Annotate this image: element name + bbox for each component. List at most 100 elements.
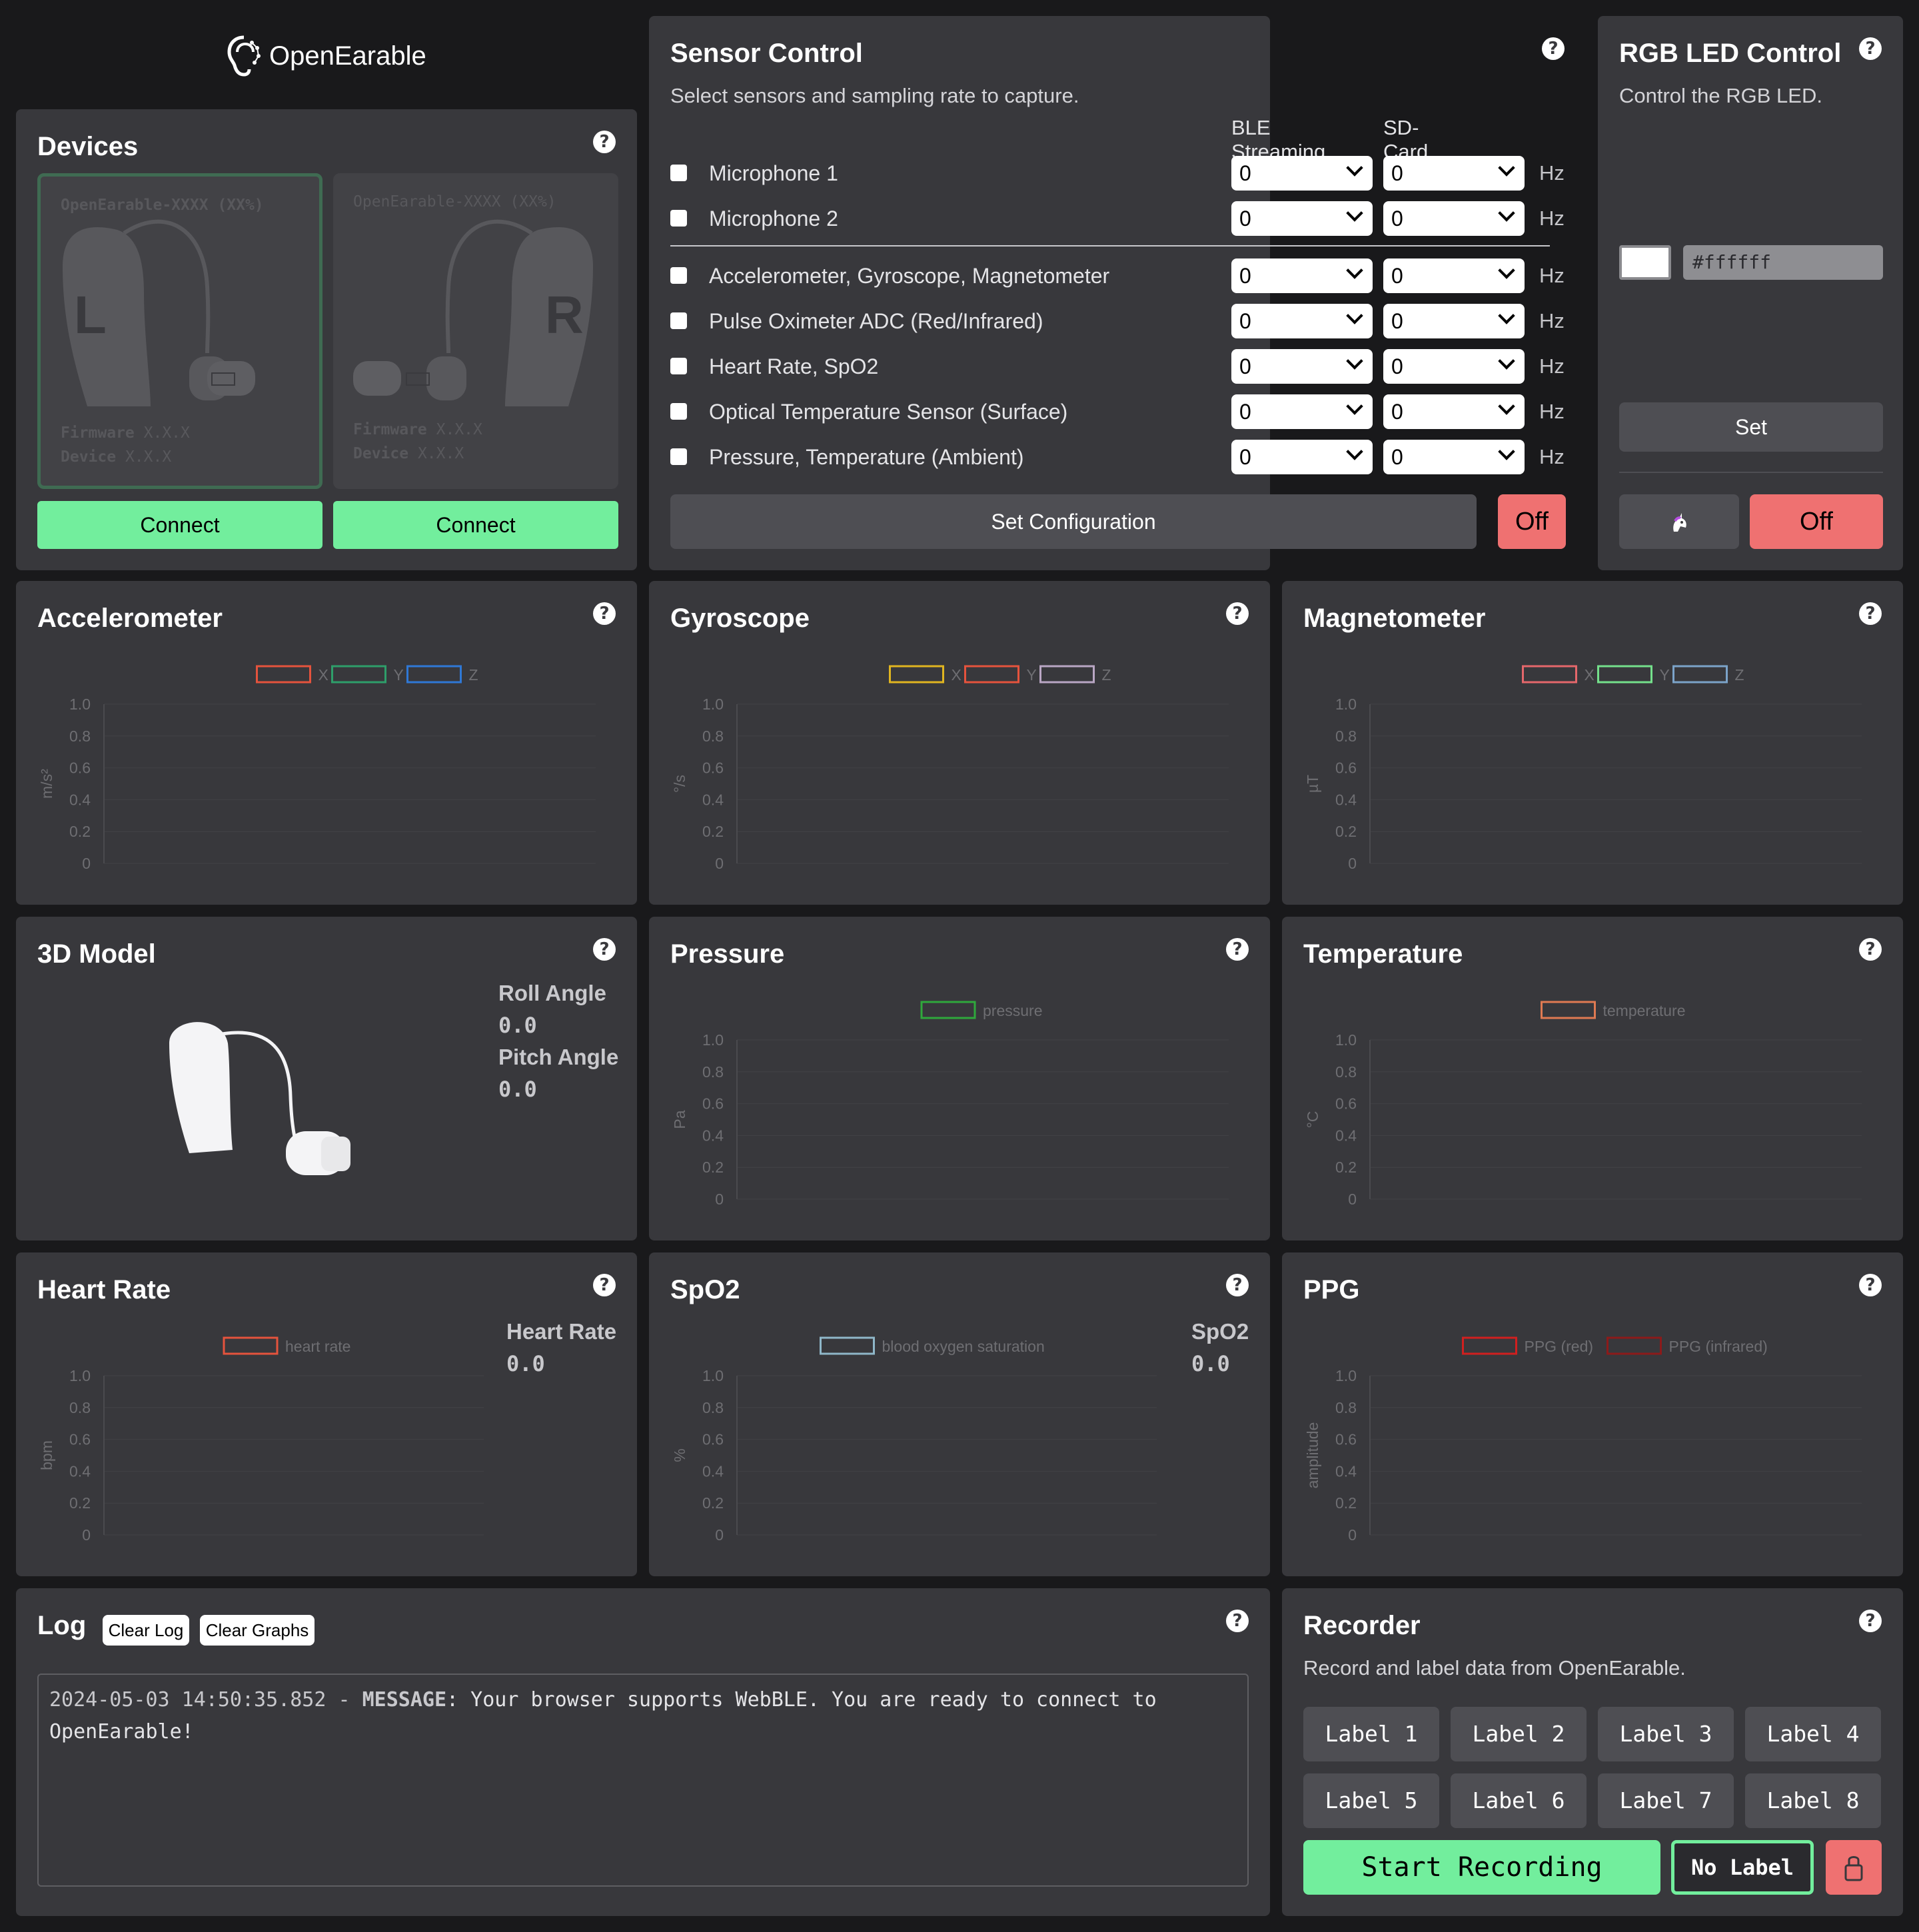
color-hex-input[interactable]: #ffffff — [1683, 245, 1883, 280]
legend-swatch[interactable] — [1541, 1001, 1596, 1019]
sd-rate-select[interactable]: 0 — [1383, 201, 1525, 236]
color-swatch[interactable] — [1619, 245, 1671, 280]
spo2-help-icon[interactable]: ? — [1226, 1274, 1249, 1296]
lock-button[interactable] — [1826, 1840, 1882, 1895]
legend-label[interactable]: Z — [1102, 666, 1111, 684]
device-right[interactable]: OpenEarable-XXXX (XX%) R Firmware X.X.X … — [333, 173, 618, 489]
ble-rate-select[interactable]: 0 — [1231, 394, 1373, 429]
model-help-icon[interactable]: ? — [593, 938, 616, 961]
temperature-help-icon[interactable]: ? — [1859, 938, 1882, 961]
sensor-checkbox[interactable] — [670, 267, 687, 284]
recorder-subtitle: Record and label data from OpenEarable. — [1303, 1656, 1686, 1680]
rgb-help-icon[interactable]: ? — [1859, 37, 1882, 60]
label-3-button[interactable]: Label 3 — [1598, 1707, 1734, 1761]
legend-label[interactable]: PPG (red) — [1525, 1338, 1594, 1355]
rainbow-button[interactable] — [1619, 494, 1739, 549]
legend-label[interactable]: PPG (infrared) — [1669, 1338, 1768, 1355]
spo2-chart: blood oxygen saturation 1.0 0.8 0.6 0.4 0.2 0% — [670, 1326, 1177, 1559]
sd-rate-select[interactable]: 0 — [1383, 156, 1525, 191]
legend-label[interactable]: Z — [1735, 666, 1744, 684]
sensor-checkbox[interactable] — [670, 448, 687, 465]
legend-label[interactable]: Y — [1660, 666, 1670, 684]
legend-label[interactable]: X — [952, 666, 961, 684]
legend-swatch[interactable] — [920, 1001, 976, 1019]
sensors-off-button[interactable]: Off — [1498, 494, 1566, 549]
label-7-button[interactable]: Label 7 — [1598, 1773, 1734, 1828]
legend-swatch[interactable] — [1672, 665, 1728, 684]
current-label-badge[interactable]: No Label — [1671, 1840, 1814, 1895]
sd-rate-select[interactable]: 0 — [1383, 349, 1525, 384]
legend-label[interactable]: Z — [469, 666, 478, 684]
sensor-checkbox[interactable] — [670, 358, 687, 374]
label-5-button[interactable]: Label 5 — [1303, 1773, 1439, 1828]
sd-rate-select[interactable]: 0 — [1383, 394, 1525, 429]
accelerometer-help-icon[interactable]: ? — [593, 602, 616, 625]
pressure-help-icon[interactable]: ? — [1226, 938, 1249, 961]
temperature-chart: temperature 1.0 0.8 0.6 0.4 0.2 0 °C — [1303, 990, 1882, 1223]
device-left[interactable]: OpenEarable-XXXX (XX%) L Firmware X.X.X … — [37, 173, 322, 489]
sensor-row: Accelerometer, Gyroscope, Magnetometer 0 0… — [670, 258, 1570, 293]
legend-swatch[interactable] — [1462, 1336, 1517, 1355]
roll-angle-value: 0.0 — [498, 1013, 537, 1038]
legend-swatch[interactable] — [964, 665, 1019, 684]
rgb-set-button[interactable]: Set — [1619, 402, 1883, 452]
y-tick-label: 0.2 — [1335, 1494, 1357, 1512]
legend-swatch[interactable] — [1597, 665, 1652, 684]
legend-swatch[interactable] — [1039, 665, 1095, 684]
ppg-help-icon[interactable]: ? — [1859, 1274, 1882, 1296]
connect-left-button[interactable]: Connect — [37, 501, 322, 549]
legend-label[interactable]: X — [319, 666, 328, 684]
legend-swatch[interactable] — [889, 665, 944, 684]
rgb-off-button[interactable]: Off — [1750, 494, 1883, 549]
log-help-icon[interactable]: ? — [1226, 1610, 1249, 1632]
legend-label[interactable]: pressure — [983, 1002, 1042, 1019]
legend-label[interactable]: heart rate — [285, 1338, 350, 1355]
label-6-button[interactable]: Label 6 — [1451, 1773, 1587, 1828]
magnetometer-help-icon[interactable]: ? — [1859, 602, 1882, 625]
legend-label[interactable]: Y — [1027, 666, 1037, 684]
legend-swatch[interactable] — [223, 1336, 279, 1355]
start-recording-button[interactable]: Start Recording — [1303, 1840, 1660, 1895]
legend-swatch[interactable] — [331, 665, 386, 684]
legend-swatch[interactable] — [820, 1336, 875, 1355]
label-1-button[interactable]: Label 1 — [1303, 1707, 1439, 1761]
label-8-button[interactable]: Label 8 — [1745, 1773, 1881, 1828]
sd-rate-select[interactable]: 0 — [1383, 258, 1525, 293]
sensor-checkbox[interactable] — [670, 403, 687, 420]
log-output[interactable]: 2024-05-03 14:50:35.852 - MESSAGE: Your … — [37, 1674, 1249, 1887]
legend-label[interactable]: blood oxygen saturation — [882, 1338, 1045, 1355]
ble-rate-select[interactable]: 0 — [1231, 156, 1373, 191]
label-4-button[interactable]: Label 4 — [1745, 1707, 1881, 1761]
ble-rate-select[interactable]: 0 — [1231, 258, 1373, 293]
legend-label[interactable]: Y — [394, 666, 404, 684]
legend-swatch[interactable] — [1606, 1336, 1662, 1355]
sensor-checkbox[interactable] — [670, 312, 687, 329]
connect-right-button[interactable]: Connect — [333, 501, 618, 549]
y-tick-label: 0.6 — [1335, 1431, 1357, 1448]
clear-graphs-button[interactable]: Clear Graphs — [200, 1615, 315, 1646]
spo2-readout-label: SpO2 — [1191, 1319, 1249, 1344]
legend-swatch[interactable] — [1522, 665, 1577, 684]
ble-rate-select[interactable]: 0 — [1231, 201, 1373, 236]
sensor-checkbox[interactable] — [670, 165, 687, 181]
sd-rate-select[interactable]: 0 — [1383, 304, 1525, 338]
recorder-help-icon[interactable]: ? — [1859, 1610, 1882, 1632]
set-configuration-button[interactable]: Set Configuration — [670, 494, 1477, 549]
ble-rate-select[interactable]: 0 — [1231, 304, 1373, 338]
label-2-button[interactable]: Label 2 — [1451, 1707, 1587, 1761]
heart-rate-card: Heart Rate ? heart rate 1.0 0.8 0.6 0.4 0.2 0 b… — [16, 1252, 637, 1576]
sensor-control-help-icon[interactable]: ? — [1542, 37, 1565, 60]
ble-rate-select[interactable]: 0 — [1231, 349, 1373, 384]
ble-rate-select[interactable]: 0 — [1231, 440, 1373, 474]
heart-rate-help-icon[interactable]: ? — [593, 1274, 616, 1296]
clear-log-button[interactable]: Clear Log — [103, 1615, 189, 1646]
sensor-checkbox[interactable] — [670, 210, 687, 227]
legend-swatch[interactable] — [406, 665, 462, 684]
sd-rate-select[interactable]: 0 — [1383, 440, 1525, 474]
magnetometer-chart: X Y Z 1.0 0.8 0.6 0.4 0.2 0 µT — [1303, 654, 1882, 887]
legend-swatch[interactable] — [256, 665, 311, 684]
devices-help-icon[interactable]: ? — [593, 131, 616, 153]
gyroscope-help-icon[interactable]: ? — [1226, 602, 1249, 625]
legend-label[interactable]: X — [1585, 666, 1595, 684]
legend-label[interactable]: temperature — [1603, 1002, 1686, 1019]
